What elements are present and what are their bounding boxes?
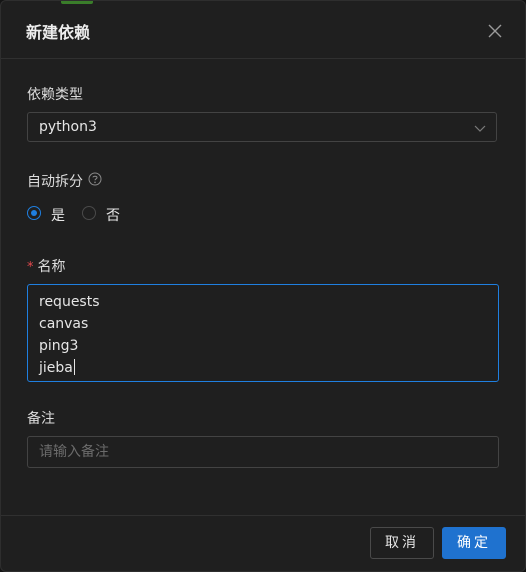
dialog-header: 新建依赖 <box>1 1 525 59</box>
remark-label: 备注 <box>27 411 55 427</box>
dep-type-select[interactable]: python3 <box>27 112 497 142</box>
auto-split-yes-label: 是 <box>51 208 65 224</box>
name-line-last: jieba <box>39 357 487 379</box>
cancel-button[interactable]: 取消 <box>370 527 434 559</box>
dialog-footer: 取消 确定 <box>1 515 525 571</box>
required-mark: * <box>27 260 34 275</box>
remark-input[interactable] <box>28 437 498 467</box>
auto-split-no-label: 否 <box>106 208 120 224</box>
auto-split-yes-radio[interactable]: 是 <box>27 204 67 224</box>
auto-split-no-radio[interactable]: 否 <box>82 204 122 224</box>
remark-field[interactable] <box>27 436 499 468</box>
close-button[interactable] <box>485 21 505 41</box>
name-line-text: jieba <box>39 360 73 376</box>
question-circle-icon[interactable] <box>88 172 102 186</box>
dep-type-value: python3 <box>39 119 97 135</box>
dep-type-label: 依赖类型 <box>27 87 83 103</box>
dialog-title: 新建依赖 <box>26 23 91 42</box>
name-line: canvas <box>39 316 89 332</box>
name-label: 名称 <box>37 259 66 275</box>
confirm-button[interactable]: 确定 <box>442 527 506 559</box>
radio-checked-icon <box>27 206 41 220</box>
chevron-down-icon <box>474 125 486 132</box>
name-line: ping3 <box>39 338 79 354</box>
new-dependency-dialog: 新建依赖 依赖类型 python3 自动拆分 是 否 * 名称 requests… <box>0 0 526 572</box>
name-textarea[interactable]: requests canvas ping3 jieba <box>27 284 499 382</box>
name-line: requests <box>39 294 100 310</box>
radio-unchecked-icon <box>82 206 96 220</box>
close-icon <box>488 24 502 38</box>
name-label-row: * 名称 <box>27 256 66 276</box>
text-caret <box>73 359 75 375</box>
auto-split-label: 自动拆分 <box>27 174 83 190</box>
